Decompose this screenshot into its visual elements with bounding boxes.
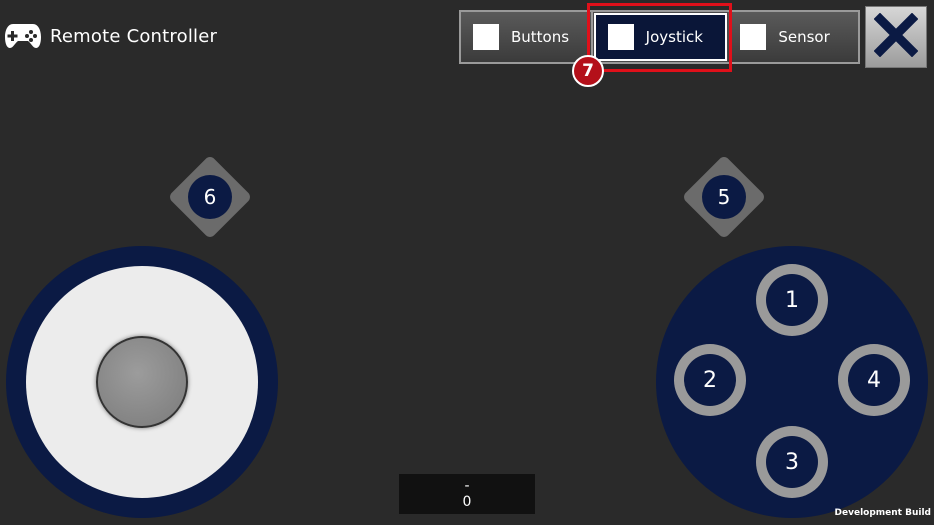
app-title: Remote Controller xyxy=(50,25,218,47)
tab-checkbox[interactable] xyxy=(473,24,499,50)
close-x-icon xyxy=(873,12,919,61)
tab-sensor[interactable]: Sensor xyxy=(728,12,859,62)
value-display: - 0 xyxy=(399,474,535,514)
side-button-6[interactable]: 6 xyxy=(188,175,232,219)
tab-joystick-label: Joystick xyxy=(645,28,703,46)
value-display-label: - xyxy=(464,478,470,494)
app-header: Remote Controller xyxy=(4,18,217,54)
tab-sensor-label: Sensor xyxy=(778,28,830,46)
action-button-2-label: 2 xyxy=(684,354,736,406)
joystick-knob[interactable] xyxy=(96,336,188,428)
action-button-1-label: 1 xyxy=(766,274,818,326)
mode-tabs: Buttons Joystick Sensor xyxy=(459,10,860,64)
tab-joystick[interactable]: Joystick xyxy=(593,13,728,61)
close-button[interactable] xyxy=(865,6,927,68)
side-button-5[interactable]: 5 xyxy=(702,175,746,219)
step-marker: 7 xyxy=(572,55,604,87)
action-button-4[interactable]: 4 xyxy=(838,344,910,416)
development-build-label: Development Build xyxy=(834,508,931,518)
action-button-pad: 1 2 4 3 xyxy=(656,246,928,518)
action-button-3[interactable]: 3 xyxy=(756,426,828,498)
side-button-right-wrap: 5 xyxy=(679,152,769,242)
action-button-4-label: 4 xyxy=(848,354,900,406)
tab-buttons-label: Buttons xyxy=(511,28,570,46)
tab-checkbox[interactable] xyxy=(607,24,634,50)
tab-checkbox[interactable] xyxy=(740,24,767,50)
action-button-1[interactable]: 1 xyxy=(756,264,828,336)
joystick-base xyxy=(6,246,278,518)
tab-buttons[interactable]: Buttons xyxy=(461,12,593,62)
gamepad-icon xyxy=(4,22,42,50)
action-button-3-label: 3 xyxy=(766,436,818,488)
joystick-pad[interactable] xyxy=(26,266,258,498)
action-button-2[interactable]: 2 xyxy=(674,344,746,416)
side-button-left-wrap: 6 xyxy=(165,152,255,242)
value-display-value: 0 xyxy=(462,494,472,510)
